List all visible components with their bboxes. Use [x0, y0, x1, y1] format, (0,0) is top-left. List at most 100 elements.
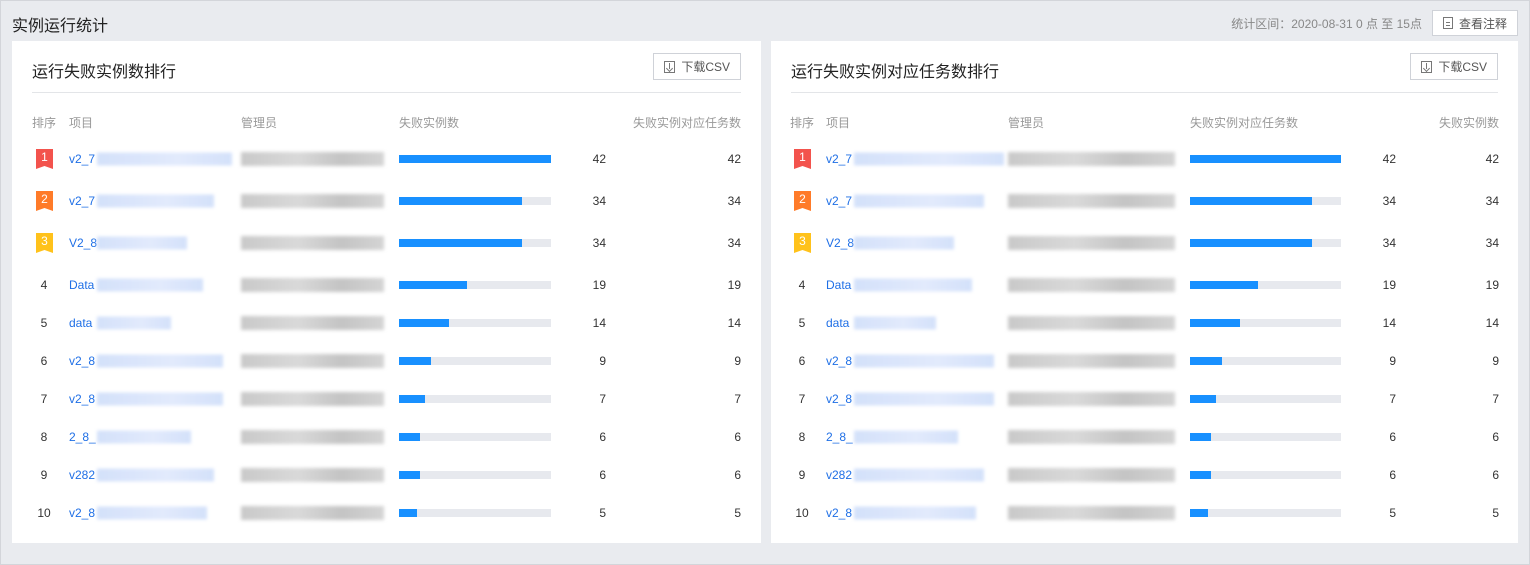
redacted-project-name[interactable]	[97, 236, 187, 250]
project-link[interactable]: Data	[826, 278, 851, 292]
extra-value: 5	[1492, 506, 1499, 520]
view-annotation-button[interactable]: 查看注释	[1431, 10, 1518, 36]
redacted-project-name[interactable]	[854, 392, 994, 406]
document-icon	[1442, 17, 1453, 29]
table-row: 1 v2_7 42 42	[12, 147, 761, 171]
redacted-project-name[interactable]	[97, 194, 214, 208]
project-link[interactable]: v282	[826, 468, 852, 482]
redacted-admin	[1008, 430, 1175, 444]
table-row: 3 V2_8 34 34	[12, 231, 761, 255]
redacted-admin	[1008, 316, 1175, 330]
redacted-project-name[interactable]	[97, 316, 171, 330]
redacted-project-name[interactable]	[97, 468, 214, 482]
header-failed-tasks: 失败实例对应任务数	[1190, 116, 1299, 130]
redacted-admin	[241, 236, 384, 250]
metric-value: 34	[592, 194, 606, 208]
redacted-project-name[interactable]	[854, 194, 984, 208]
table-row: 6 v2_8 9 9	[12, 349, 761, 373]
progress-bar-fill	[1190, 509, 1208, 517]
rank-number: 6	[40, 354, 48, 368]
progress-bar	[1190, 239, 1341, 247]
metric-value: 6	[599, 430, 606, 444]
progress-bar-fill	[1190, 197, 1312, 205]
rank-number: 9	[798, 468, 806, 482]
redacted-project-name[interactable]	[97, 392, 223, 406]
project-link[interactable]: Data	[69, 278, 94, 292]
redacted-admin	[1008, 392, 1175, 406]
project-link[interactable]: v2_7	[69, 194, 95, 208]
redacted-admin	[1008, 278, 1175, 292]
progress-bar-fill	[399, 197, 522, 205]
project-link[interactable]: v2_8	[826, 392, 852, 406]
redacted-project-name[interactable]	[97, 152, 232, 166]
rank-number: 7	[40, 392, 48, 406]
project-link[interactable]: v282	[69, 468, 95, 482]
table-row: 10 v2_8 5 5	[771, 501, 1518, 525]
view-annotation-label: 查看注释	[1458, 16, 1507, 31]
project-link[interactable]: v2_8	[69, 354, 95, 368]
redacted-project-name[interactable]	[97, 430, 191, 444]
project-link[interactable]: V2_8	[69, 236, 97, 250]
progress-bar-fill	[1190, 357, 1222, 365]
header-admin: 管理员	[1008, 116, 1045, 130]
project-link[interactable]: v2_7	[826, 152, 852, 166]
panel-title: 运行失败实例对应任务数排行	[791, 64, 1000, 81]
progress-bar	[1190, 509, 1341, 517]
redacted-admin	[241, 506, 384, 520]
project-link[interactable]: v2_8	[69, 506, 95, 520]
redacted-project-name[interactable]	[97, 354, 223, 368]
download-csv-button[interactable]: 下载CSV	[1410, 53, 1498, 80]
metric-value: 6	[1389, 430, 1396, 444]
header-failed-tasks: 失败实例对应任务数	[632, 116, 741, 130]
table-row: 9 v282 6 6	[12, 463, 761, 487]
rank-number: 8	[40, 430, 48, 444]
table-row: 8 2_8_ 6 6	[771, 425, 1518, 449]
metric-value: 6	[1389, 468, 1396, 482]
project-link[interactable]: data	[826, 316, 849, 330]
redacted-project-name[interactable]	[97, 278, 204, 292]
download-csv-button[interactable]: 下载CSV	[653, 53, 741, 80]
extra-value: 42	[1485, 152, 1499, 166]
project-link[interactable]: data	[69, 316, 92, 330]
project-link[interactable]: v2_7	[69, 152, 95, 166]
redacted-project-name[interactable]	[854, 278, 972, 292]
header-project: 项目	[69, 116, 94, 130]
redacted-admin	[1008, 194, 1175, 208]
progress-bar-fill	[1190, 155, 1341, 163]
redacted-admin	[1008, 236, 1175, 250]
progress-bar-fill	[399, 155, 551, 163]
rank-badge-icon: 3	[36, 233, 53, 253]
redacted-project-name[interactable]	[97, 506, 207, 520]
project-link[interactable]: 2_8_	[826, 430, 853, 444]
extra-value: 5	[734, 506, 741, 520]
rank-number: 4	[798, 278, 806, 292]
extra-value: 6	[734, 468, 741, 482]
project-link[interactable]: v2_8	[69, 392, 95, 406]
redacted-project-name[interactable]	[854, 316, 936, 330]
project-link[interactable]: V2_8	[826, 236, 854, 250]
rank-badge-icon: 2	[36, 191, 53, 211]
rank-number: 6	[798, 354, 806, 368]
redacted-admin	[241, 430, 384, 444]
redacted-project-name[interactable]	[854, 430, 958, 444]
progress-bar-fill	[399, 395, 425, 403]
metric-value: 9	[1389, 354, 1396, 368]
redacted-project-name[interactable]	[854, 468, 984, 482]
project-link[interactable]: v2_7	[826, 194, 852, 208]
redacted-project-name[interactable]	[854, 506, 976, 520]
project-link[interactable]: v2_8	[826, 506, 852, 520]
metric-value: 7	[1389, 392, 1396, 406]
progress-bar	[1190, 395, 1341, 403]
redacted-project-name[interactable]	[854, 236, 954, 250]
progress-bar-fill	[399, 239, 522, 247]
project-link[interactable]: v2_8	[826, 354, 852, 368]
metric-value: 5	[1389, 506, 1396, 520]
progress-bar	[399, 319, 551, 327]
project-link[interactable]: 2_8_	[69, 430, 96, 444]
redacted-admin	[241, 278, 384, 292]
redacted-project-name[interactable]	[854, 152, 1004, 166]
metric-value: 19	[1382, 278, 1396, 292]
extra-value: 34	[727, 194, 741, 208]
progress-bar	[399, 433, 551, 441]
redacted-project-name[interactable]	[854, 354, 994, 368]
